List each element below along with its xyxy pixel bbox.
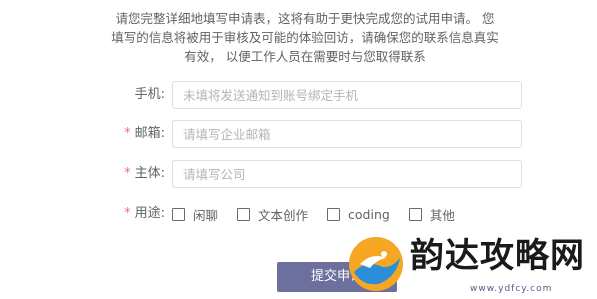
watermark-text: 韵达攻略网 [410,236,585,276]
checkbox[interactable] [237,207,251,221]
email-label-text: 邮箱: [134,126,165,141]
subject-input-wrapper[interactable] [172,160,522,188]
subject-row: * 主体: [0,160,597,188]
required-mark: * [124,166,131,181]
checkbox[interactable] [408,207,422,221]
email-row: * 邮箱: [0,120,597,148]
intro-text: 请您完整详细地填写申请表，这将有助于更快完成您的试用申请。 您填写的信息将被用于… [111,11,499,64]
phone-label: 手机: [134,87,165,102]
subject-input[interactable] [173,161,513,187]
purpose-option-writing[interactable]: 文本创作 [237,205,308,224]
subject-label: * 主体: [124,160,165,188]
phone-input[interactable] [173,82,513,108]
watermark-url: www.ydfcy.com [470,284,553,294]
subject-label-text: 主体: [134,166,165,181]
checkbox-label: 文本创作 [258,207,309,223]
purpose-row: * 用途: 闲聊 文本创作 coding 其他 [0,200,597,228]
purpose-label: * 用途: [124,200,165,228]
purpose-option-other[interactable]: 其他 [408,205,455,224]
email-input-wrapper[interactable] [172,120,522,148]
required-mark: * [124,206,131,221]
checkbox-label: 闲聊 [193,207,219,223]
purpose-checkbox-group: 闲聊 文本创作 coding 其他 [172,200,474,228]
bird-logo-icon [349,237,403,291]
required-mark: * [124,126,131,141]
email-label: * 邮箱: [124,120,165,148]
email-input[interactable] [173,121,513,147]
checkbox[interactable] [172,207,185,221]
checkbox-label: 其他 [429,207,455,223]
phone-row: 手机: [0,81,597,109]
phone-input-wrapper[interactable] [172,81,522,109]
purpose-option-coding[interactable]: coding [327,207,390,222]
purpose-option-chat[interactable]: 闲聊 [172,205,218,224]
purpose-label-text: 用途: [134,206,165,221]
checkbox-label: coding [348,206,390,222]
checkbox[interactable] [327,207,341,221]
